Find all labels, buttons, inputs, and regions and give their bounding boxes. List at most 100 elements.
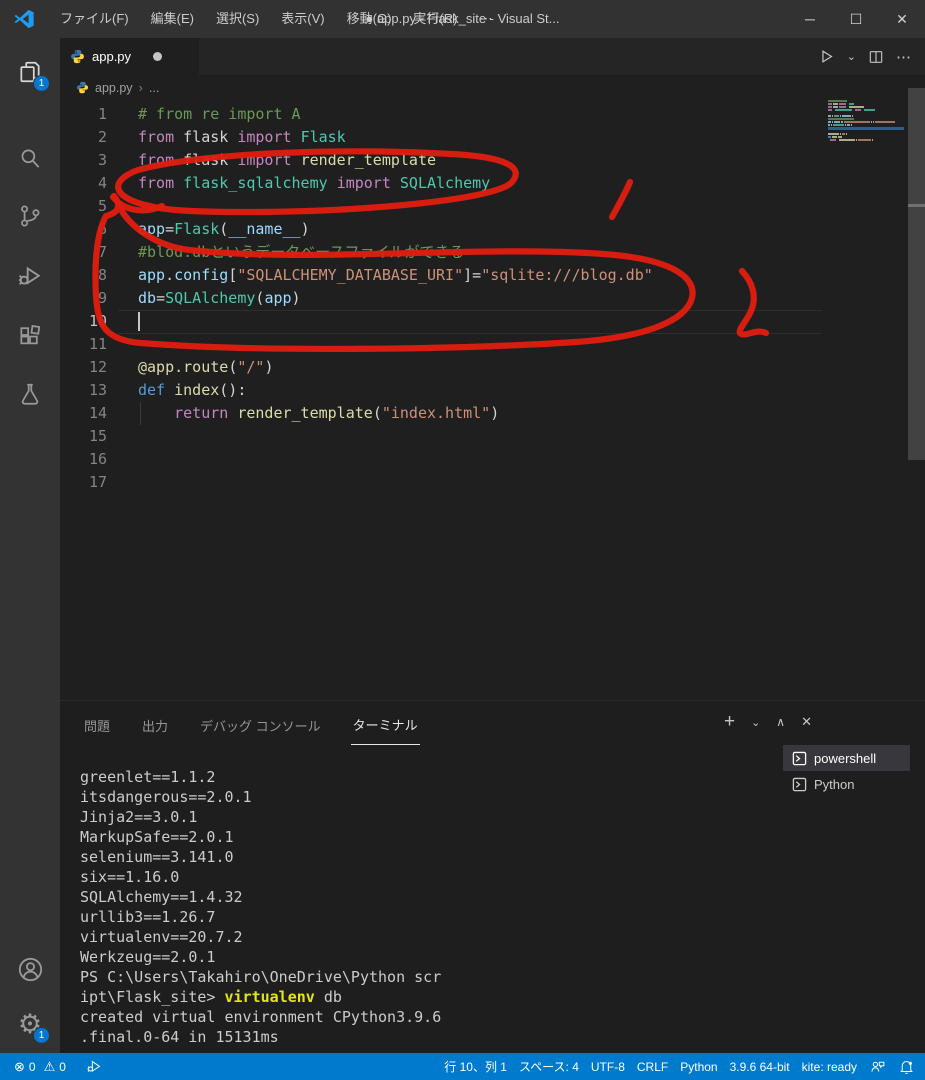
editor-scrollbar[interactable] <box>908 88 925 460</box>
terminal-line: six==1.16.0 <box>80 867 441 887</box>
line-number: 17 <box>60 471 107 494</box>
panel-tab-output[interactable]: 出力 <box>140 704 170 745</box>
line-number: 4 <box>60 172 107 195</box>
terminal-line: virtualenv==20.7.2 <box>80 927 441 947</box>
menu-selection[interactable]: 選択(S) <box>205 5 270 33</box>
terminal-instance-python[interactable]: Python <box>783 771 910 797</box>
line-number: 5 <box>60 195 107 218</box>
code-line-16 <box>138 448 653 471</box>
python-interpreter-status[interactable]: 3.9.6 64-bit <box>724 1053 796 1080</box>
code-line-6: app=Flask(__name__) <box>138 218 653 241</box>
new-terminal-button[interactable]: + <box>721 709 738 735</box>
eol-status[interactable]: CRLF <box>631 1053 674 1080</box>
more-actions-button[interactable]: ⋯ <box>893 44 915 70</box>
panel-tab-problems[interactable]: 問題 <box>82 704 112 745</box>
feedback-icon[interactable] <box>863 1053 892 1080</box>
line-number: 9 <box>60 287 107 310</box>
window-title: ● app.py - Flask_site - Visual St... <box>365 0 559 38</box>
close-panel-button[interactable]: ✕ <box>798 712 815 732</box>
breadcrumb-file[interactable]: app.py <box>95 81 133 95</box>
extensions-icon[interactable] <box>0 310 60 362</box>
python-file-icon <box>70 49 85 64</box>
tab-app-py[interactable]: app.py <box>60 38 200 75</box>
problems-status[interactable]: ⊗ 0 ⚠ 0 <box>8 1053 72 1080</box>
line-number: 10 <box>60 310 107 333</box>
close-button[interactable]: ✕ <box>879 0 925 38</box>
line-number: 3 <box>60 149 107 172</box>
code-editor[interactable]: 1234567891011121314151617 # from re impo… <box>60 100 925 700</box>
line-number: 1 <box>60 103 107 126</box>
tab-dirty-indicator[interactable] <box>153 52 162 61</box>
search-icon[interactable] <box>0 133 60 185</box>
menu-file[interactable]: ファイル(F) <box>49 5 140 33</box>
indentation-status[interactable]: スペース: 4 <box>513 1053 585 1080</box>
line-number: 11 <box>60 333 107 356</box>
terminal-output[interactable]: greenlet==1.1.2itsdangerous==2.0.1Jinja2… <box>80 767 441 1047</box>
cursor-position-status[interactable]: 行 10、列 1 <box>438 1053 513 1080</box>
code-line-4: from flask_sqlalchemy import SQLAlchemy <box>138 172 653 195</box>
line-number: 6 <box>60 218 107 241</box>
menu-view[interactable]: 表示(V) <box>270 5 335 33</box>
source-control-icon[interactable] <box>0 190 60 242</box>
line-number: 16 <box>60 448 107 471</box>
terminal-line: ipt\Flask_site> virtualenv db <box>80 987 441 1007</box>
terminal-line: PS C:\Users\Takahiro\OneDrive\Python scr <box>80 967 441 987</box>
terminal-instance-label: powershell <box>814 751 876 766</box>
python-file-icon <box>76 81 89 94</box>
panel-tab-terminal[interactable]: ターミナル <box>351 703 420 745</box>
code-line-14: return render_template("index.html") <box>138 402 653 425</box>
menu-edit[interactable]: 編集(E) <box>140 5 205 33</box>
code-line-2: from flask import Flask <box>138 126 653 149</box>
minimize-button[interactable]: ─ <box>787 0 833 38</box>
code-line-10 <box>138 310 653 333</box>
terminal-instance-powershell[interactable]: powershell <box>783 745 910 771</box>
breadcrumb: app.py › ... <box>60 75 925 100</box>
vscode-logo-icon <box>13 8 35 30</box>
account-icon[interactable] <box>0 943 60 995</box>
code-lines: # from re import Afrom flask import Flas… <box>138 103 653 494</box>
language-mode-status[interactable]: Python <box>674 1053 723 1080</box>
editor-tab-bar: app.py ⌄ ⋯ <box>60 38 925 75</box>
split-editor-button[interactable] <box>865 44 887 70</box>
error-icon: ⊗ <box>14 1060 25 1073</box>
warning-icon: ⚠ <box>44 1060 56 1073</box>
run-debug-icon[interactable] <box>0 250 60 302</box>
terminal-instance-label: Python <box>814 777 854 792</box>
settings-badge: 1 <box>33 1027 50 1044</box>
terminal-instance-list: powershell Python <box>783 745 910 797</box>
bottom-panel: 問題 出力 デバッグ コンソール ターミナル + ⌄ ∧ ✕ greenlet=… <box>60 700 925 1053</box>
terminal-icon <box>792 751 807 766</box>
indent-guide <box>140 402 141 425</box>
terminal-line: itsdangerous==2.0.1 <box>80 787 441 807</box>
settings-gear-icon[interactable]: ⚙ 1 <box>0 998 60 1050</box>
notifications-bell-icon[interactable] <box>892 1053 921 1080</box>
maximize-button[interactable]: ☐ <box>833 0 879 38</box>
terminal-line: SQLAlchemy==1.4.32 <box>80 887 441 907</box>
scrollbar-cursor-marker <box>908 204 925 207</box>
encoding-status[interactable]: UTF-8 <box>585 1053 631 1080</box>
line-number-gutter: 1234567891011121314151617 <box>60 103 107 494</box>
kite-status[interactable]: kite: ready <box>796 1053 863 1080</box>
code-line-5 <box>138 195 653 218</box>
activity-bar: 1 ⚙ <box>0 38 60 1053</box>
line-number: 12 <box>60 356 107 379</box>
terminal-dropdown-icon[interactable]: ⌄ <box>748 714 763 731</box>
breadcrumb-more[interactable]: ... <box>149 81 159 95</box>
line-number: 14 <box>60 402 107 425</box>
terminal-icon <box>792 777 807 792</box>
terminal-line: Werkzeug==2.0.1 <box>80 947 441 967</box>
run-dropdown-chevron-icon[interactable]: ⌄ <box>844 44 859 70</box>
code-line-1: # from re import A <box>138 103 653 126</box>
debug-status-button[interactable] <box>80 1053 109 1080</box>
chevron-right-icon: › <box>139 80 143 95</box>
minimap[interactable] <box>828 100 904 151</box>
explorer-icon[interactable]: 1 <box>0 46 60 98</box>
code-line-11 <box>138 333 653 356</box>
code-line-15 <box>138 425 653 448</box>
panel-tab-debug-console[interactable]: デバッグ コンソール <box>198 704 323 745</box>
code-line-9: db=SQLAlchemy(app) <box>138 287 653 310</box>
testing-icon[interactable] <box>0 368 60 420</box>
maximize-panel-button[interactable]: ∧ <box>773 713 788 731</box>
run-python-file-button[interactable] <box>815 44 838 70</box>
code-line-3: from flask import render_template <box>138 149 653 172</box>
